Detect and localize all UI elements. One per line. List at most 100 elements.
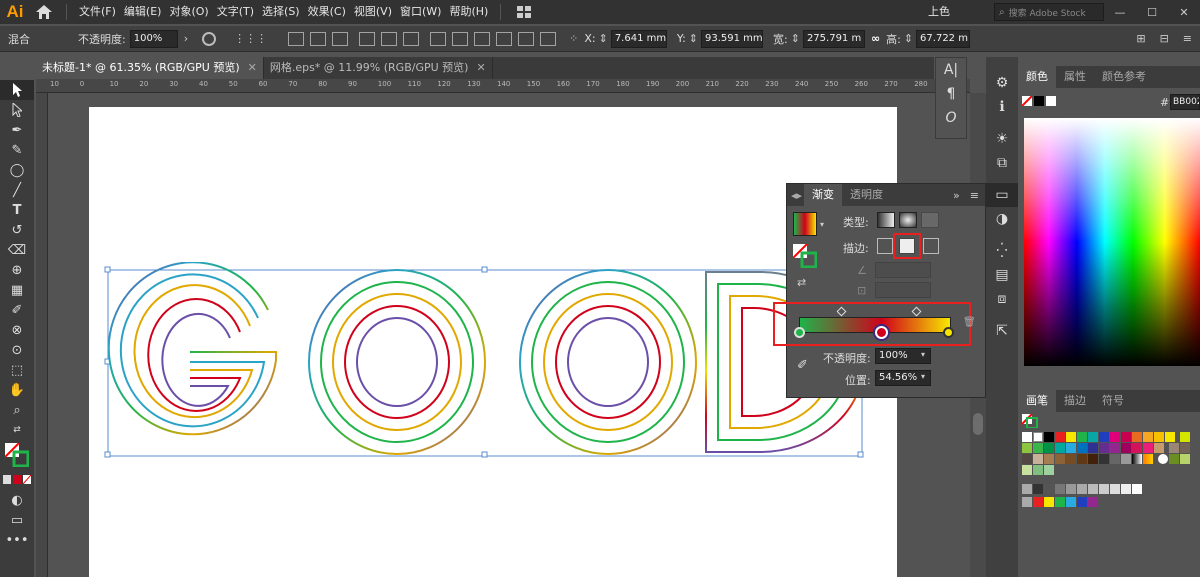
eyedropper-tool[interactable]: ✐ xyxy=(0,300,34,320)
brightness-icon[interactable]: ☀ xyxy=(986,127,1018,151)
type-tool[interactable]: T xyxy=(0,200,34,220)
current-swatch-icon[interactable] xyxy=(1021,413,1038,429)
transform-panel-icon[interactable]: ⧉ xyxy=(986,151,1018,175)
settings-icon[interactable]: ⚙ xyxy=(986,71,1018,95)
direct-selection-tool[interactable] xyxy=(0,100,34,120)
x-input[interactable]: 7.641 mm xyxy=(610,29,667,48)
menu-help[interactable]: 帮助(H) xyxy=(445,0,492,24)
link-icon[interactable]: ∞ xyxy=(871,32,880,45)
align-top-icon[interactable] xyxy=(359,31,376,46)
gradient-tool[interactable]: ▦ xyxy=(0,280,34,300)
align-left-icon[interactable] xyxy=(288,31,305,46)
more-tools-icon[interactable]: ••• xyxy=(0,530,34,550)
fill-stroke-swatches[interactable] xyxy=(0,440,34,470)
align-right-icon[interactable] xyxy=(332,31,349,46)
maximize-button[interactable]: ☐ xyxy=(1136,6,1168,19)
freeform-gradient-button[interactable] xyxy=(921,212,939,228)
menu-window[interactable]: 窗口(W) xyxy=(396,0,445,24)
close-button[interactable]: ✕ xyxy=(1168,6,1200,19)
workspace-switcher[interactable]: 上色 xyxy=(924,0,954,24)
expand-icon[interactable]: » xyxy=(949,189,964,202)
paintbrush-tool[interactable]: ╱ xyxy=(0,180,34,200)
shape-builder-tool[interactable]: ⊕ xyxy=(0,260,34,280)
distribute-left-icon[interactable] xyxy=(496,31,513,46)
swap-fill-stroke-icon[interactable]: ⇄ xyxy=(0,420,34,440)
curvature-tool[interactable]: ✎ xyxy=(0,140,34,160)
opentype-icon[interactable]: O xyxy=(936,106,966,130)
vertical-ruler[interactable] xyxy=(36,93,48,577)
tab-brushes[interactable]: 画笔 xyxy=(1018,390,1056,412)
ellipse-tool[interactable]: ◯ xyxy=(0,160,34,180)
transform-icon[interactable]: ⊞ xyxy=(1136,32,1145,45)
y-stepper-icon[interactable]: ⇕ xyxy=(689,32,698,45)
gradient-stop-left[interactable] xyxy=(794,327,805,338)
swatch-grid[interactable] xyxy=(1022,432,1200,476)
x-stepper-icon[interactable]: ⇕ xyxy=(599,32,608,45)
height-input[interactable]: 67.722 m xyxy=(916,29,971,48)
symbol-sprayer-tool[interactable]: ⊙ xyxy=(0,340,34,360)
swatch-group-folder-2[interactable] xyxy=(1022,497,1200,508)
height-stepper-icon[interactable]: ⇕ xyxy=(904,32,913,45)
stroke-across-button[interactable] xyxy=(923,238,939,254)
zoom-tool[interactable]: ⌕ xyxy=(0,400,34,420)
reverse-gradient-icon[interactable]: ⇄ xyxy=(797,276,806,289)
y-input[interactable]: 93.591 mm xyxy=(701,29,763,48)
hand-tool[interactable]: ✋ xyxy=(0,380,34,400)
eyedropper-icon[interactable]: ✐ xyxy=(797,358,808,373)
tab-transparency[interactable]: 透明度 xyxy=(842,184,891,206)
menu-object[interactable]: 对象(O) xyxy=(165,0,212,24)
pen-tool[interactable]: ✒ xyxy=(0,120,34,140)
rotate-tool[interactable]: ↺ xyxy=(0,220,34,240)
menu-select[interactable]: 选择(S) xyxy=(258,0,304,24)
stroke-along-button[interactable] xyxy=(893,233,921,259)
swatch-group-folder-1[interactable] xyxy=(1022,484,1200,495)
minimize-button[interactable]: — xyxy=(1104,6,1136,19)
good-artwork[interactable] xyxy=(100,262,870,462)
menu-file[interactable]: 文件(F) xyxy=(75,0,120,24)
info-icon[interactable]: ℹ xyxy=(986,95,1018,119)
screen-mode-icon[interactable]: ▭ xyxy=(0,510,34,530)
layers-icon[interactable]: ⧈ xyxy=(986,287,1018,311)
opacity-input[interactable]: 100% xyxy=(129,29,178,48)
opacity-arrow-icon[interactable]: › xyxy=(184,32,188,45)
width-stepper-icon[interactable]: ⇕ xyxy=(791,32,800,45)
align-middle-icon[interactable] xyxy=(381,31,398,46)
distribute-top-icon[interactable] xyxy=(430,31,447,46)
fill-stroke-icon[interactable] xyxy=(792,243,818,269)
draw-mode-icon[interactable]: ◐ xyxy=(0,490,34,510)
collapse-arrows-icon[interactable]: ◂▸ xyxy=(787,189,804,202)
stroke-within-button[interactable] xyxy=(877,238,893,254)
distribute-right-icon[interactable] xyxy=(540,31,557,46)
gradient-panel-icon[interactable]: ▭ xyxy=(986,183,1018,207)
tab-color[interactable]: 颜色 xyxy=(1018,66,1056,88)
search-field[interactable]: ⌕ 搜索 Adobe Stock xyxy=(994,3,1104,21)
eraser-tool[interactable]: ⌫ xyxy=(0,240,34,260)
menu-edit[interactable]: 编辑(E) xyxy=(120,0,166,24)
dropdown-arrow-icon[interactable]: ▾ xyxy=(820,220,824,229)
home-icon[interactable] xyxy=(30,0,58,24)
selection-tool[interactable] xyxy=(0,80,34,100)
globe-icon[interactable] xyxy=(202,31,217,46)
transform-ref-icon[interactable]: ⁘ xyxy=(569,32,578,45)
position-dropdown-icon[interactable]: ▾ xyxy=(921,372,925,381)
radial-gradient-button[interactable] xyxy=(899,212,917,228)
align-bottom-icon[interactable] xyxy=(403,31,420,46)
menu-type[interactable]: 文字(T) xyxy=(213,0,258,24)
grid-align-icon[interactable]: ⋮⋮⋮ xyxy=(234,32,267,45)
black-swatch[interactable] xyxy=(1034,96,1044,106)
aspect-input[interactable] xyxy=(875,282,931,298)
tab-symbols[interactable]: 符号 xyxy=(1094,390,1132,412)
menu-effect[interactable]: 效果(C) xyxy=(304,0,350,24)
gradient-stop-right[interactable] xyxy=(943,327,954,338)
tab-stroke[interactable]: 描边 xyxy=(1056,390,1094,412)
white-swatch[interactable] xyxy=(1046,96,1056,106)
linear-gradient-button[interactable] xyxy=(877,212,895,228)
gradient-stop-middle[interactable] xyxy=(875,326,888,339)
panel-menu-icon[interactable]: ≡ xyxy=(1183,32,1192,45)
isolate-icon[interactable]: ⊟ xyxy=(1160,32,1169,45)
delete-stop-icon[interactable]: 🗑 xyxy=(963,317,976,328)
gradient-preview[interactable] xyxy=(793,212,817,236)
tab-properties[interactable]: 属性 xyxy=(1056,66,1094,88)
scrollbar-thumb[interactable] xyxy=(973,413,983,435)
transparency-icon[interactable]: ◑ xyxy=(986,207,1018,231)
